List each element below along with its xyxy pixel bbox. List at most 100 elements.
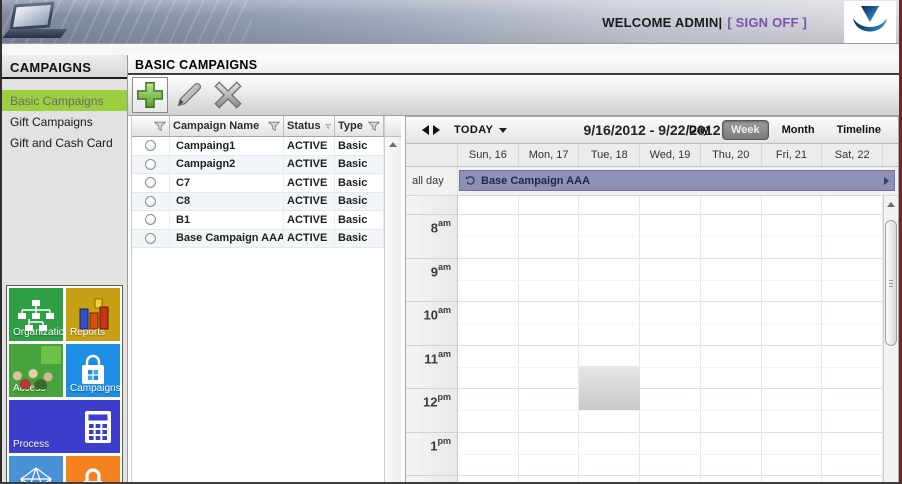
column-header-campaign-name[interactable]: Campaign Name: [170, 116, 284, 137]
cell-type: Basic: [335, 156, 384, 174]
scroll-up-icon[interactable]: [389, 142, 397, 147]
today-label: TODAY: [454, 124, 493, 136]
sidebar-item-gift-and-cash-card[interactable]: Gift and Cash Card: [2, 132, 127, 153]
edit-button[interactable]: [171, 77, 207, 113]
sidebar-item-basic-campaigns[interactable]: Basic Campaigns: [2, 90, 127, 111]
delete-button[interactable]: [210, 77, 246, 113]
scrollbar-cap: [385, 116, 401, 137]
hour-label: 11am: [406, 345, 457, 389]
day-column[interactable]: [458, 196, 519, 484]
column-header-type[interactable]: Type: [335, 116, 384, 137]
table-scrollbar[interactable]: [384, 116, 401, 484]
hour-label: 2pm: [406, 475, 457, 484]
scroll-up-icon[interactable]: [887, 202, 895, 207]
table-row[interactable]: C7 ACTIVE Basic: [132, 174, 384, 193]
add-button[interactable]: [132, 77, 168, 113]
day-column[interactable]: [519, 196, 580, 484]
event-continues-icon: [884, 177, 889, 185]
row-radio[interactable]: [145, 214, 156, 225]
prev-week-icon[interactable]: [422, 125, 429, 135]
day-column[interactable]: [640, 196, 701, 484]
cell-campaign-name: Campaing1: [170, 137, 284, 155]
view-timeline-button[interactable]: Timeline: [828, 120, 890, 140]
hour-label: 8am: [406, 214, 457, 258]
hour-label: 1pm: [406, 432, 457, 476]
calendar-grid[interactable]: [458, 196, 883, 484]
cell-campaign-name: Base Campaign AAA: [170, 230, 284, 248]
all-day-track[interactable]: Base Campaign AAA: [458, 167, 898, 195]
column-header-status[interactable]: Status: [284, 116, 335, 137]
cell-status: ACTIVE: [284, 230, 335, 248]
sidebar-nav: Basic Campaigns Gift Campaigns Gift and …: [2, 90, 127, 153]
filter-icon[interactable]: [268, 121, 280, 132]
view-week-button[interactable]: Week: [722, 120, 769, 140]
all-day-label: all day: [406, 167, 458, 195]
tile-process[interactable]: Process: [9, 400, 120, 453]
welcome-text: WELCOME ADMIN|: [602, 15, 722, 30]
sign-off-link[interactable]: [ SIGN OFF ]: [727, 15, 807, 30]
banner-photo: [2, 0, 252, 44]
row-radio[interactable]: [145, 159, 156, 170]
selected-time-slot[interactable]: [579, 366, 640, 410]
tile-menu: Organization Reports Ac: [6, 285, 123, 484]
table-row[interactable]: C8 ACTIVE Basic: [132, 193, 384, 212]
table-row[interactable]: Campaign2 ACTIVE Basic: [132, 156, 384, 175]
next-week-icon[interactable]: [433, 125, 440, 135]
row-radio[interactable]: [145, 196, 156, 207]
today-dropdown[interactable]: TODAY: [454, 124, 507, 136]
day-header-pad: [883, 144, 898, 166]
tile-reports[interactable]: Reports: [66, 288, 120, 341]
cell-status: ACTIVE: [284, 174, 335, 192]
day-header-gutter: [406, 144, 458, 166]
caret-down-icon: [499, 128, 507, 133]
day-header-thu: Thu, 20: [701, 144, 762, 166]
tile-campaigns[interactable]: Campaigns: [66, 344, 120, 397]
tile-security[interactable]: [66, 456, 120, 484]
calendar-scrollbar[interactable]: [883, 196, 898, 484]
tile-label: Organization: [13, 327, 63, 338]
row-radio[interactable]: [145, 140, 156, 151]
row-radio[interactable]: [145, 233, 156, 244]
filter-icon[interactable]: [368, 121, 380, 132]
cell-campaign-name: C7: [170, 174, 284, 192]
view-day-button[interactable]: Day: [680, 120, 718, 140]
filter-icon[interactable]: [325, 121, 331, 132]
calendar-body: 8am 9am 10am 11am 12pm 1pm 2pm: [406, 196, 898, 484]
scrollbar-thumb[interactable]: [885, 220, 897, 346]
view-switcher: Day Week Month Timeline: [680, 120, 890, 140]
row-radio[interactable]: [145, 177, 156, 188]
tile-label: Reports: [70, 327, 105, 338]
day-column[interactable]: [822, 196, 883, 484]
welcome-area: WELCOME ADMIN| [ SIGN OFF ]: [602, 0, 807, 44]
laptop-base-art: [2, 29, 67, 38]
recurrence-icon: [465, 175, 476, 186]
cell-campaign-name: Campaign2: [170, 156, 284, 174]
row-select-cell: [132, 211, 170, 229]
cell-campaign-name: C8: [170, 193, 284, 211]
cell-type: Basic: [335, 174, 384, 192]
tile-label: Access: [13, 383, 45, 394]
all-day-event[interactable]: Base Campaign AAA: [459, 170, 895, 191]
day-header-fri: Fri, 21: [762, 144, 823, 166]
row-select-cell: [132, 137, 170, 155]
row-select-cell: [132, 230, 170, 248]
laptop-art: [9, 2, 54, 31]
filter-icon[interactable]: [154, 121, 166, 132]
day-column[interactable]: [579, 196, 640, 484]
view-month-button[interactable]: Month: [773, 120, 824, 140]
cell-campaign-name: B1: [170, 211, 284, 229]
sidebar-title: CAMPAIGNS: [2, 55, 127, 79]
tile-organization[interactable]: Organization: [9, 288, 63, 341]
table-row[interactable]: B1 ACTIVE Basic: [132, 211, 384, 230]
tile-label: Process: [13, 439, 49, 450]
cell-type: Basic: [335, 211, 384, 229]
column-label: Campaign Name: [173, 120, 259, 132]
day-column[interactable]: [701, 196, 762, 484]
table-row[interactable]: Campaing1 ACTIVE Basic: [132, 137, 384, 156]
tile-access[interactable]: Access: [9, 344, 63, 397]
day-column[interactable]: [762, 196, 823, 484]
sidebar-item-gift-campaigns[interactable]: Gift Campaigns: [2, 111, 127, 132]
hour-label: 12pm: [406, 388, 457, 432]
tile-network[interactable]: [9, 456, 63, 484]
table-row[interactable]: Base Campaign AAA ACTIVE Basic: [132, 230, 384, 249]
